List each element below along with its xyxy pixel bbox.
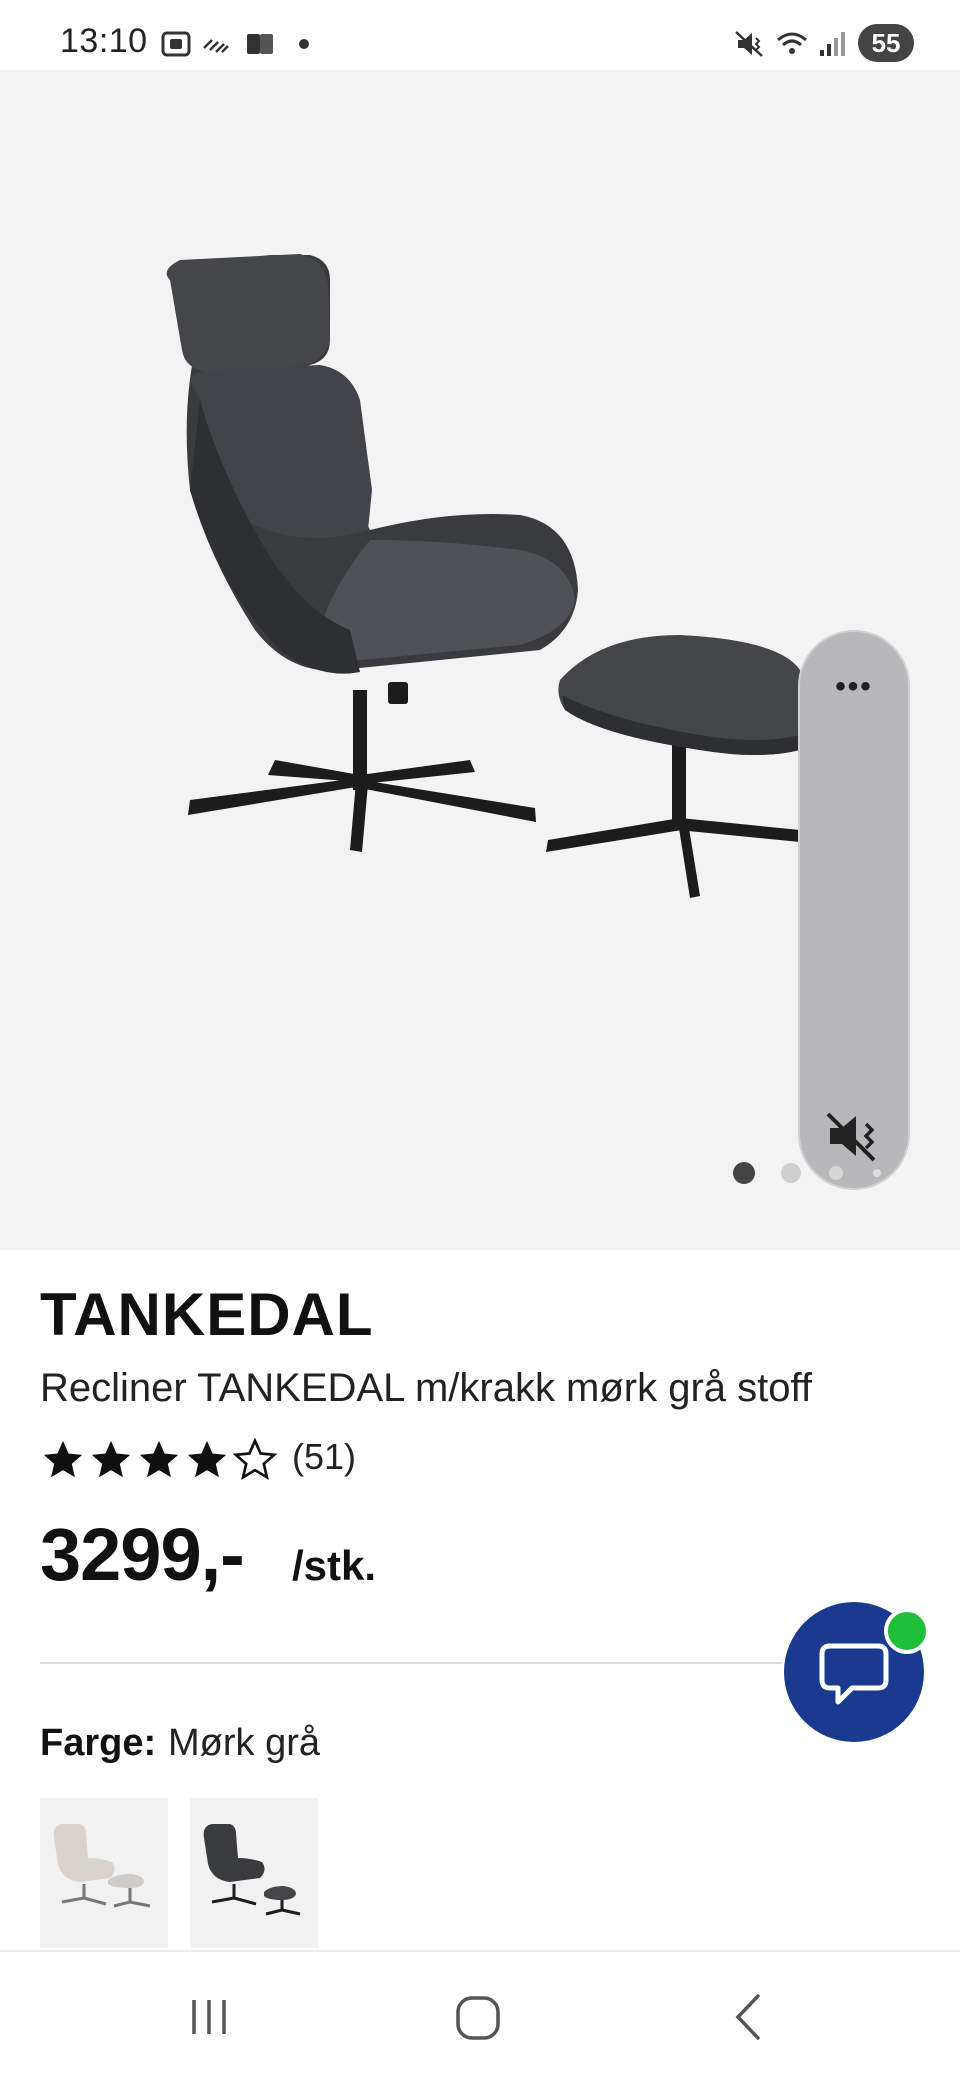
light-chair-thumbnail xyxy=(53,1824,151,1908)
recent-apps-icon[interactable] xyxy=(186,1994,232,2040)
color-option-light[interactable] xyxy=(40,1798,168,1948)
haze-icon xyxy=(203,39,229,53)
product-image-gallery[interactable]: ••• xyxy=(0,70,960,1250)
star-filled-icon xyxy=(139,1440,179,1478)
color-label: Farge: xyxy=(40,1722,157,1764)
home-icon[interactable] xyxy=(454,1994,502,2042)
mute-vibrate-icon xyxy=(735,31,763,57)
product-brand: TANKEDAL xyxy=(40,1281,374,1348)
divider xyxy=(40,1662,782,1664)
back-icon[interactable] xyxy=(728,1992,768,2042)
more-options-icon[interactable]: ••• xyxy=(798,670,910,704)
star-empty-icon xyxy=(232,1437,278,1481)
color-value: Mørk grå xyxy=(168,1722,320,1764)
dot-icon xyxy=(299,39,309,49)
wifi-5g-icon xyxy=(777,32,807,54)
product-price: 3299,- xyxy=(40,1513,245,1596)
review-count[interactable]: (51) xyxy=(292,1436,356,1478)
mute-vibrate-icon[interactable] xyxy=(824,1106,884,1166)
gallery-dot-1[interactable] xyxy=(733,1162,755,1184)
cards-icon xyxy=(247,34,273,54)
product-name: Recliner TANKEDAL m/krakk mørk grå stoff xyxy=(40,1366,813,1410)
dark-chair-thumbnail xyxy=(203,1824,301,1916)
gallery-dot-4[interactable] xyxy=(873,1169,881,1177)
rating-stars[interactable] xyxy=(40,1436,278,1484)
color-option-dark[interactable] xyxy=(190,1798,318,1948)
star-filled-icon xyxy=(91,1440,131,1478)
star-filled-icon xyxy=(43,1440,83,1478)
system-nav-bar xyxy=(0,1950,960,2082)
volume-panel[interactable]: ••• xyxy=(798,630,910,1190)
signal-icon xyxy=(820,32,845,56)
star-filled-icon xyxy=(187,1440,227,1478)
status-bar: 13:10 55 xyxy=(0,0,960,70)
screenshot-icon xyxy=(161,31,191,57)
battery-indicator: 55 xyxy=(858,24,914,62)
status-time: 13:10 xyxy=(60,22,148,60)
gallery-dot-2[interactable] xyxy=(781,1163,801,1183)
chat-online-badge xyxy=(884,1608,930,1654)
gallery-dot-3[interactable] xyxy=(829,1166,843,1180)
chat-bubble-icon xyxy=(819,1643,889,1705)
price-unit: /stk. xyxy=(292,1542,377,1589)
